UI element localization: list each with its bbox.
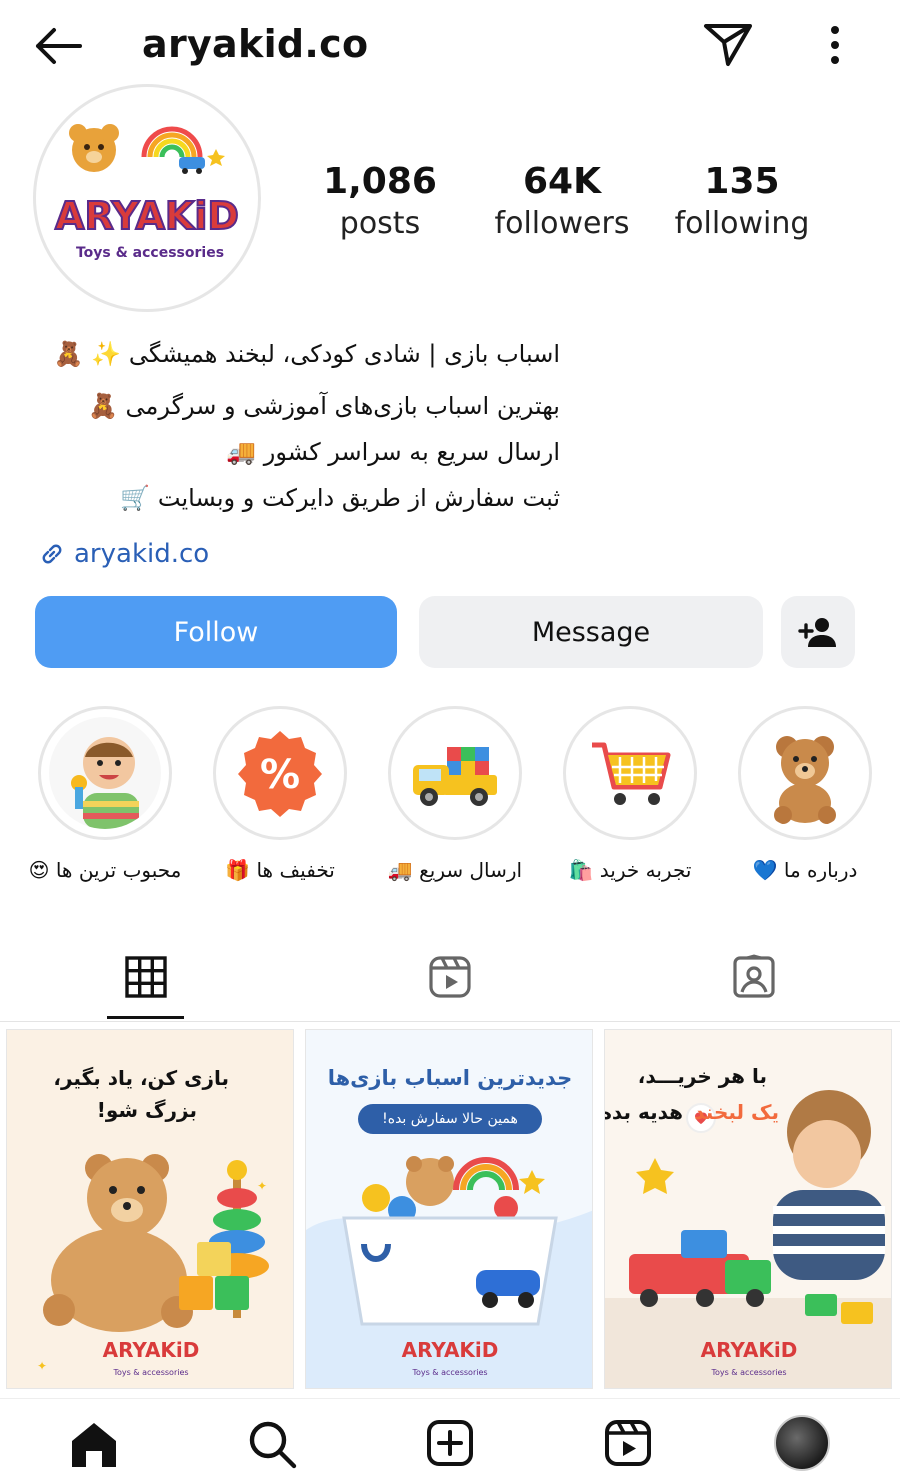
active-tab-indicator xyxy=(107,1016,184,1019)
post-headline-accent: یک لبخند xyxy=(694,1100,779,1124)
post-headline: هدیه بده xyxy=(604,1100,683,1124)
stat-followers-value: 64K xyxy=(523,161,601,202)
grid-tab-icon[interactable] xyxy=(121,952,171,1002)
post-tagline: Toys & accessories xyxy=(412,1368,488,1377)
post-brand: ARYAKiD xyxy=(401,1338,499,1362)
post-tagline: Toys & accessories xyxy=(113,1368,189,1377)
bio-line: اسباب بازی | شادی کودکی، لبخند همیشگی ✨ … xyxy=(53,340,560,368)
post-brand: ARYAKiD xyxy=(102,1338,200,1362)
highlight-item[interactable]: محبوب ترین ها 😍 xyxy=(29,706,181,906)
profile-stats: 1,086 posts 64K followers 135 following xyxy=(290,160,850,250)
stat-following-label: following xyxy=(674,206,810,241)
stat-following-value: 135 xyxy=(704,161,780,202)
highlight-item[interactable]: تجربه خرید 🛍️ xyxy=(560,706,700,906)
toy-truck-icon xyxy=(399,717,511,829)
baby-photo-icon xyxy=(49,717,161,829)
message-button[interactable]: Message xyxy=(419,596,763,668)
create-post-icon[interactable] xyxy=(422,1417,478,1471)
shopping-cart-icon xyxy=(574,717,686,829)
bottom-navigation xyxy=(0,1398,900,1484)
bio-line: ارسال سریع به سراسر کشور 🚚 xyxy=(226,438,560,466)
tagged-tab-icon[interactable] xyxy=(729,952,779,1002)
top-bar: aryakid.co xyxy=(0,0,900,90)
post-brand: ARYAKiD xyxy=(700,1338,798,1362)
reels-tab-icon[interactable] xyxy=(425,952,475,1002)
stat-followers-label: followers xyxy=(494,206,630,241)
stat-posts[interactable]: 1,086 posts xyxy=(290,160,470,244)
profile-link-text: aryakid.co xyxy=(74,539,210,569)
profile-link[interactable]: aryakid.co xyxy=(38,536,209,572)
post-headline: بزرگ شو! xyxy=(96,1098,197,1122)
home-icon[interactable] xyxy=(66,1417,122,1471)
highlight-label: محبوب ترین ها 😍 xyxy=(28,858,182,882)
highlight-label: تجربه خرید 🛍️ xyxy=(568,858,692,882)
highlight-item[interactable]: % تخفیف ها 🎁 xyxy=(210,706,350,906)
more-options-icon[interactable] xyxy=(818,22,852,68)
stat-posts-value: 1,086 xyxy=(323,161,437,202)
post-thumbnail[interactable]: با هر خریـــد، یک لبخند هدیه بده ARYAKiD… xyxy=(604,1029,892,1389)
search-icon[interactable] xyxy=(244,1417,300,1471)
stat-followers[interactable]: 64K followers xyxy=(472,160,652,244)
suggest-people-button[interactable] xyxy=(781,596,855,668)
svg-text:✦: ✦ xyxy=(257,1179,267,1193)
aryakid-logo: ARYAKiD Toys & accessories xyxy=(44,95,250,301)
link-icon xyxy=(42,544,62,564)
logo-tagline: Toys & accessories xyxy=(76,245,224,261)
highlight-item[interactable]: درباره ما 💙 xyxy=(735,706,875,906)
post-headline: جدیدترین اسباب بازی‌ها xyxy=(327,1066,573,1090)
add-person-icon xyxy=(798,618,836,647)
post-headline: بازی کن، یاد بگیر، xyxy=(53,1066,229,1090)
svg-text:%: % xyxy=(260,752,300,798)
profile-avatar[interactable]: ARYAKiD Toys & accessories xyxy=(33,84,261,312)
profile-username: aryakid.co xyxy=(142,22,369,66)
stat-following[interactable]: 135 following xyxy=(652,160,832,244)
bio-line: ثبت سفارش از طریق دایرکت و وبسایت 🛒 xyxy=(120,484,560,512)
reels-icon[interactable] xyxy=(600,1417,656,1471)
highlight-label: درباره ما 💙 xyxy=(752,858,858,882)
back-arrow-icon[interactable] xyxy=(30,22,86,70)
teddy-bear-icon xyxy=(749,717,861,829)
highlight-label: تخفیف ها 🎁 xyxy=(225,858,335,882)
send-message-icon[interactable] xyxy=(700,18,756,70)
post-tagline: Toys & accessories xyxy=(711,1368,787,1377)
highlight-item[interactable]: ارسال سریع 🚚 xyxy=(385,706,525,906)
bio-line: بهترین اسباب بازی‌های آموزشی و سرگرمی 🧸 xyxy=(88,392,560,420)
stat-posts-label: posts xyxy=(339,206,421,241)
profile-tabs xyxy=(0,940,900,1022)
logo-brand-text: ARYAKiD xyxy=(55,194,239,238)
post-cta-pill: همین حالا سفارش بده! xyxy=(358,1104,542,1134)
post-thumbnail[interactable]: ✦ ✦ بازی کن، یاد بگیر، بزرگ شو! ARYAKiD … xyxy=(6,1029,294,1389)
post-thumbnail[interactable]: جدیدترین اسباب بازی‌ها همین حالا سفارش ب… xyxy=(305,1029,593,1389)
follow-button[interactable]: Follow xyxy=(35,596,397,668)
post-headline: با هر خریـــد، xyxy=(637,1064,767,1088)
discount-badge-icon: % xyxy=(224,717,336,829)
profile-avatar-tab[interactable] xyxy=(774,1415,830,1471)
highlight-label: ارسال سریع 🚚 xyxy=(387,858,523,882)
